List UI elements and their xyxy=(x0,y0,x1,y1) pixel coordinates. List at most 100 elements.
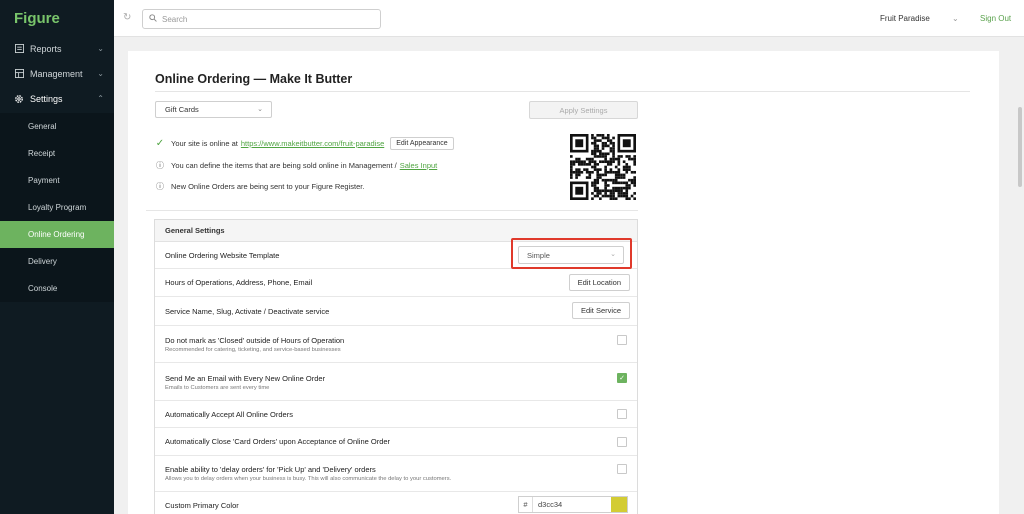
qr-module xyxy=(601,147,605,150)
qr-module xyxy=(614,173,618,177)
qr-module xyxy=(612,157,615,161)
email-checkbox[interactable]: ✓ xyxy=(617,373,627,383)
sidebar-subitem-receipt[interactable]: Receipt xyxy=(0,140,114,167)
qr-module xyxy=(625,194,629,198)
qr-module xyxy=(599,134,602,137)
accept-checkbox[interactable] xyxy=(617,409,627,419)
items-info-line: ⓘ You can define the items that are bein… xyxy=(155,160,437,171)
template-label: Online Ordering Website Template xyxy=(165,250,280,260)
qr-module xyxy=(609,168,613,171)
chevron-down-icon[interactable]: ⌄ xyxy=(952,14,959,23)
qr-module xyxy=(620,186,623,190)
sign-out-link[interactable]: Sign Out xyxy=(980,14,1011,23)
sidebar-subitem-general[interactable]: General xyxy=(0,113,114,140)
scroll-thumb[interactable] xyxy=(1018,107,1022,187)
service-dropdown[interactable]: Gift Cards ⌄ xyxy=(155,101,272,118)
qr-module xyxy=(622,165,626,169)
qr-module xyxy=(580,163,584,166)
sidebar-item-settings[interactable]: Settings ⌃ xyxy=(0,86,114,111)
qr-module xyxy=(604,168,607,171)
qr-module xyxy=(601,178,605,182)
info-icon: ⓘ xyxy=(156,182,164,191)
service-row: Service Name, Slug, Activate / Deactivat… xyxy=(155,297,637,326)
chevron-down-icon: ⌄ xyxy=(97,44,104,53)
site-url-link[interactable]: https://www.makeitbutter.com/fruit-parad… xyxy=(241,139,384,148)
qr-module xyxy=(599,176,602,179)
qr-module xyxy=(593,152,597,156)
closed-checkbox[interactable] xyxy=(617,335,627,345)
qr-module xyxy=(601,144,605,148)
qr-module xyxy=(583,168,586,171)
qr-module xyxy=(570,168,573,171)
template-row: Online Ordering Website Template Simple … xyxy=(155,238,637,269)
qr-module xyxy=(604,186,607,190)
qr-module xyxy=(622,160,626,164)
sidebar-subitem-delivery[interactable]: Delivery xyxy=(0,248,114,275)
apply-settings-button[interactable]: Apply Settings xyxy=(529,101,638,119)
edit-service-button[interactable]: Edit Service xyxy=(571,302,630,319)
color-input[interactable]: # d3cc34 xyxy=(518,496,628,513)
qr-module xyxy=(593,139,597,142)
sidebar-item-management[interactable]: Management ⌄ xyxy=(0,61,114,86)
qr-module xyxy=(612,178,615,182)
search-input[interactable]: Search xyxy=(142,9,381,29)
qr-module xyxy=(604,170,607,174)
qr-module xyxy=(633,197,636,200)
qr-module xyxy=(606,194,610,198)
info-panel: ✓ Your site is online at https://www.mak… xyxy=(146,127,638,211)
qr-module xyxy=(620,173,623,177)
qr-module xyxy=(620,155,623,158)
delay-checkbox[interactable] xyxy=(617,464,627,474)
qr-module xyxy=(604,144,607,148)
qr-module xyxy=(612,194,615,198)
qr-module xyxy=(596,147,600,150)
qr-module xyxy=(596,170,600,174)
sales-input-link[interactable]: Sales Input xyxy=(400,161,438,170)
color-swatch[interactable] xyxy=(611,497,627,512)
qr-module xyxy=(575,168,578,171)
qr-module xyxy=(633,160,636,164)
qr-module xyxy=(633,184,636,187)
close-card-checkbox[interactable] xyxy=(617,437,627,447)
qr-module xyxy=(577,173,581,177)
store-selector[interactable]: Fruit Paradise xyxy=(880,14,930,23)
refresh-icon[interactable]: ↻ xyxy=(123,12,131,23)
qr-module xyxy=(593,155,597,158)
sidebar-subitem-online-ordering[interactable]: Online Ordering xyxy=(0,221,114,248)
qr-module xyxy=(591,157,594,161)
closed-row: Do not mark as 'Closed' outside of Hours… xyxy=(155,326,637,363)
sidebar-subitem-console[interactable]: Console xyxy=(0,275,114,302)
qr-module xyxy=(593,184,597,187)
qr-module xyxy=(633,155,636,158)
qr-module xyxy=(606,163,610,166)
qr-module xyxy=(604,160,607,164)
qr-module xyxy=(606,136,610,140)
qr-module xyxy=(633,157,636,161)
qr-module xyxy=(630,157,634,161)
general-settings-panel: General Settings Online Ordering Website… xyxy=(154,219,638,514)
qr-module xyxy=(617,163,621,166)
qr-module xyxy=(625,170,629,174)
edit-appearance-button[interactable]: Edit Appearance xyxy=(390,137,454,150)
qr-module xyxy=(609,157,613,161)
qr-module xyxy=(612,141,615,145)
qr-module xyxy=(614,186,618,190)
highlight-box xyxy=(511,238,632,269)
search-icon xyxy=(149,14,157,24)
qr-module xyxy=(612,147,615,150)
search-placeholder: Search xyxy=(162,14,188,24)
color-label: Custom Primary Color xyxy=(165,500,239,510)
sidebar-subitem-payment[interactable]: Payment xyxy=(0,167,114,194)
qr-module xyxy=(596,163,600,166)
qr-module xyxy=(609,170,613,174)
scrollbar[interactable] xyxy=(1016,37,1024,514)
qr-module xyxy=(609,139,613,142)
edit-location-button[interactable]: Edit Location xyxy=(568,274,630,291)
sidebar-item-reports[interactable]: Reports ⌄ xyxy=(0,36,114,61)
qr-module xyxy=(625,165,629,169)
qr-module xyxy=(609,189,613,193)
sidebar-subitem-loyalty-program[interactable]: Loyalty Program xyxy=(0,194,114,221)
qr-module xyxy=(612,186,615,190)
qr-module xyxy=(596,186,600,190)
close-card-row: Automatically Close 'Card Orders' upon A… xyxy=(155,428,637,456)
